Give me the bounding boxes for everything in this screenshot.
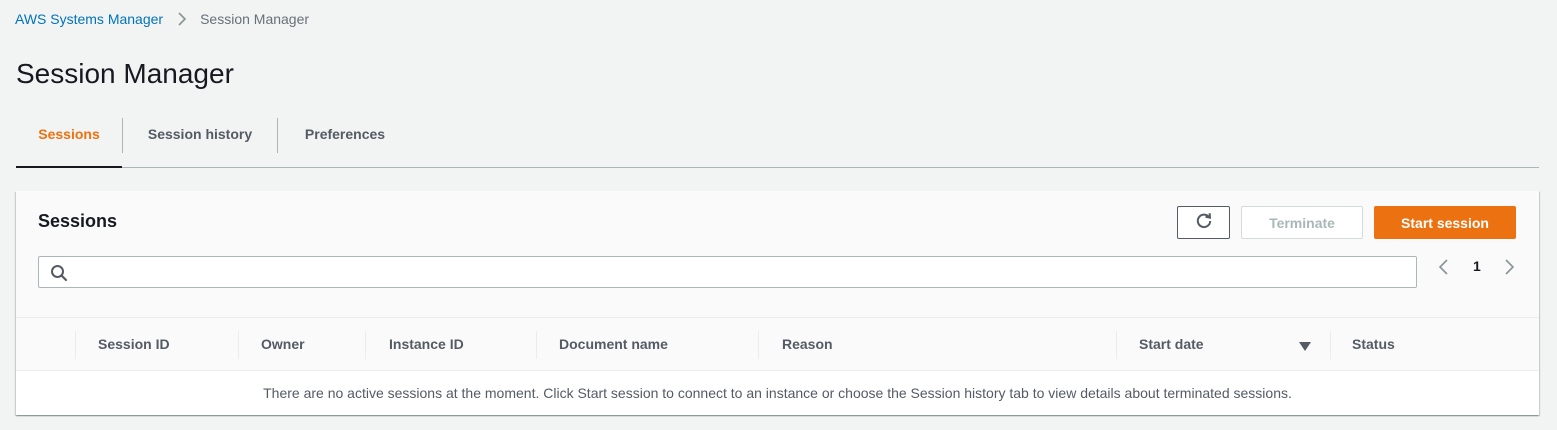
column-header-start-date[interactable]: Start date [1139,318,1204,370]
refresh-icon [1195,212,1213,233]
column-divider [1116,331,1117,359]
terminate-button[interactable]: Terminate [1241,206,1363,239]
column-header-document-name[interactable]: Document name [559,318,668,370]
sessions-panel-header: Sessions Terminate Start session 1 [16,191,1539,317]
table-header: Session ID Owner Instance ID Document na… [16,317,1539,371]
tab-sessions[interactable]: Sessions [16,114,122,168]
column-header-reason[interactable]: Reason [782,318,833,370]
column-divider [758,331,759,359]
column-header-instance-id[interactable]: Instance ID [389,318,464,370]
sessions-panel: Sessions Terminate Start session 1 Sessi… [16,191,1539,415]
column-divider [1330,331,1331,359]
column-divider [238,331,239,359]
breadcrumb-systems-manager-link[interactable]: AWS Systems Manager [15,11,163,27]
page-title: Session Manager [16,58,234,89]
start-session-button[interactable]: Start session [1374,206,1516,239]
tab-session-history[interactable]: Session history [123,114,277,167]
column-header-status[interactable]: Status [1352,318,1395,370]
empty-state-message: There are no active sessions at the mome… [263,385,1292,401]
search-box [38,256,1417,288]
column-divider [536,331,537,359]
caret-down-icon[interactable] [1299,339,1311,357]
search-icon [50,264,68,287]
pagination-current-page[interactable]: 1 [1473,258,1483,274]
column-header-owner[interactable]: Owner [261,318,305,370]
chevron-right-icon[interactable] [1502,258,1516,281]
search-input[interactable] [75,257,1405,287]
tab-preferences[interactable]: Preferences [278,114,412,167]
chevron-left-icon[interactable] [1437,258,1451,281]
breadcrumb-current: Session Manager [200,11,310,27]
column-divider [75,331,76,359]
column-header-session-id[interactable]: Session ID [98,318,170,370]
column-divider [365,331,366,359]
sessions-panel-title: Sessions [38,211,118,231]
refresh-button[interactable] [1177,206,1230,239]
breadcrumb: AWS Systems Manager Session Manager [15,11,309,27]
tab-bar: Sessions Session history Preferences [16,114,1539,168]
chevron-right-icon [177,12,187,26]
